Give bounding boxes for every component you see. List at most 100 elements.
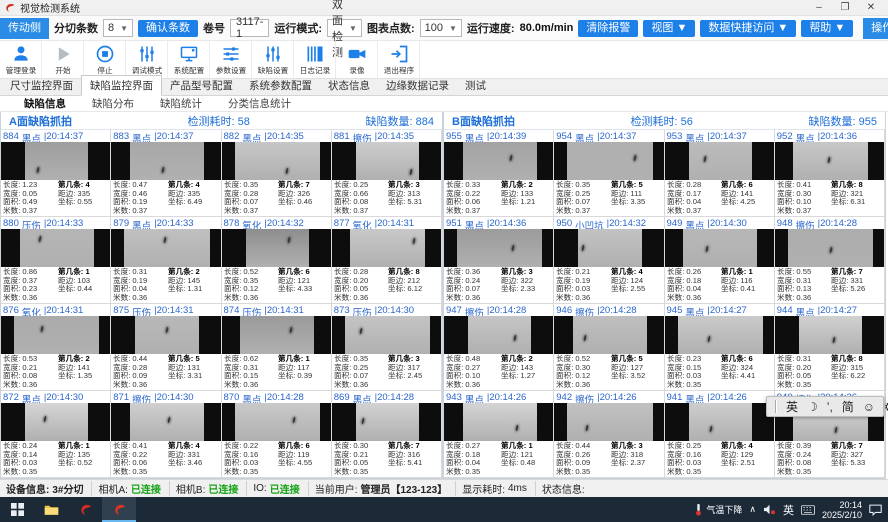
toolbar-button-user[interactable]: 管理登录	[0, 41, 42, 78]
defect-snapshot-image[interactable]	[444, 316, 553, 354]
defect-snapshot-image[interactable]	[111, 316, 220, 354]
defect-cell[interactable]: 884 黑点 |20:14:37 长度: 1.23第几条: 4宽度: 0.05距…	[1, 130, 111, 217]
defect-cell[interactable]: 880 压伤 |20:14:33 长度: 0.86第几条: 1宽度: 0.37距…	[1, 217, 111, 304]
clear-alarm-button[interactable]: 清除报警	[578, 20, 638, 37]
confirm-count-button[interactable]: 确认条数	[138, 20, 198, 37]
defect-cell[interactable]: 954 黑点 |20:14:37 长度: 0.35第几条: 5宽度: 0.25距…	[554, 130, 664, 217]
defect-snapshot-image[interactable]	[1, 403, 110, 441]
defect-snapshot-image[interactable]	[775, 316, 884, 354]
help-menu-button[interactable]: 帮助 ▼	[801, 20, 853, 37]
defect-cell[interactable]: 944 黑点 |20:14:27 长度: 0.31第几条: 8宽度: 0.20距…	[775, 304, 885, 391]
defect-cell[interactable]: 945 黑点 |20:14:27 长度: 0.23第几条: 6宽度: 0.15距…	[665, 304, 775, 391]
defect-cell[interactable]: 955 黑点 |20:14:39 长度: 0.33第几条: 2宽度: 0.22距…	[444, 130, 554, 217]
sub-tab-0[interactable]: 缺陷信息	[24, 96, 66, 111]
ime-settings-gear-icon[interactable]: ⚙	[884, 400, 888, 414]
split-count-select[interactable]: 8▼	[103, 19, 133, 37]
defect-cell[interactable]: 883 黑点 |20:14:37 长度: 0.47第几条: 4宽度: 0.46距…	[111, 130, 221, 217]
defect-cell[interactable]: 942 擦伤 |20:14:26 长度: 0.44第几条: 3宽度: 0.26距…	[554, 391, 664, 478]
operator-side-button[interactable]: 操作侧	[863, 18, 888, 39]
defect-snapshot-image[interactable]	[332, 142, 441, 180]
toolbar-button-monitor[interactable]: 系统配置	[168, 41, 210, 78]
drive-side-button[interactable]: 传动侧	[0, 18, 49, 39]
start-button[interactable]	[0, 497, 34, 522]
defect-cell[interactable]: 871 擦伤 |20:14:30 长度: 0.41第几条: 4宽度: 0.22距…	[111, 391, 221, 478]
language-indicator[interactable]: 英	[783, 502, 794, 518]
defect-cell[interactable]: 877 氧化 |20:14:31 长度: 0.28第几条: 8宽度: 0.20距…	[332, 217, 442, 304]
defect-snapshot-image[interactable]	[1, 229, 110, 267]
defect-cell[interactable]: 946 擦伤 |20:14:28 长度: 0.52第几条: 5宽度: 0.30距…	[554, 304, 664, 391]
defect-snapshot-image[interactable]	[222, 229, 331, 267]
run-mode-select[interactable]: 双面检测▼	[327, 19, 362, 37]
defect-cell[interactable]: 869 黑点 |20:14:28 长度: 0.30第几条: 7宽度: 0.21距…	[332, 391, 442, 478]
defect-snapshot-image[interactable]	[1, 142, 110, 180]
ime-punctuation-icon[interactable]: ’,	[827, 400, 833, 414]
toolbar-button-play[interactable]: 开始	[42, 41, 84, 78]
inspection-app-taskbar-icon-active[interactable]	[102, 497, 136, 522]
defect-cell[interactable]: 870 黑点 |20:14:28 长度: 0.22第几条: 6宽度: 0.16距…	[222, 391, 332, 478]
defect-snapshot-image[interactable]	[444, 229, 553, 267]
inspection-app-taskbar-icon[interactable]	[68, 497, 102, 522]
sub-tab-1[interactable]: 缺陷分布	[92, 96, 134, 111]
tray-expand-icon[interactable]: ∧	[749, 504, 756, 515]
ime-emoji-icon[interactable]: ☺	[863, 400, 875, 414]
defect-snapshot-image[interactable]	[665, 229, 774, 267]
close-icon[interactable]: ✕	[858, 2, 884, 13]
speaker-muted-icon[interactable]	[763, 504, 776, 515]
defect-snapshot-image[interactable]	[111, 403, 220, 441]
ime-language-bar[interactable]: 英 ☽ ’, 简 ☺ ⚙	[766, 396, 884, 417]
data-quick-access-menu-button[interactable]: 数据快捷访问 ▼	[700, 20, 796, 37]
toolbar-button-sliders-horizontal[interactable]: 参数设置	[210, 41, 252, 78]
toolbar-button-video-camera[interactable]: 录像	[336, 41, 378, 78]
ime-lang-toggle[interactable]: 英	[786, 398, 798, 415]
defect-snapshot-image[interactable]	[1, 316, 110, 354]
main-tab-1[interactable]: 缺陷监控界面	[81, 75, 162, 96]
ime-drag-handle[interactable]	[775, 400, 777, 413]
defect-cell[interactable]: 950 小凹坑 |20:14:32 长度: 0.21第几条: 4宽度: 0.19…	[554, 217, 664, 304]
defect-snapshot-image[interactable]	[111, 142, 220, 180]
defect-snapshot-image[interactable]	[775, 229, 884, 267]
ime-keyboard-icon[interactable]	[801, 505, 815, 515]
defect-cell[interactable]: 878 氧化 |20:14:32 长度: 0.52第几条: 6宽度: 0.35距…	[222, 217, 332, 304]
defect-cell[interactable]: 875 压伤 |20:14:31 长度: 0.44第几条: 5宽度: 0.28距…	[111, 304, 221, 391]
main-tab-3[interactable]: 系统参数配置	[241, 76, 320, 95]
taskbar-clock[interactable]: 20:14 2025/2/10	[822, 500, 862, 520]
main-tab-6[interactable]: 测试	[457, 76, 494, 95]
toolbar-button-tune-vertical[interactable]: 调试模式	[126, 41, 168, 78]
defect-cell[interactable]: 948 擦伤 |20:14:28 长度: 0.55第几条: 7宽度: 0.31距…	[775, 217, 885, 304]
defect-cell[interactable]: 873 压伤 |20:14:30 长度: 0.35第几条: 3宽度: 0.25距…	[332, 304, 442, 391]
toolbar-button-stop[interactable]: 停止	[84, 41, 126, 78]
defect-snapshot-image[interactable]	[554, 229, 663, 267]
main-tab-2[interactable]: 产品型号配置	[162, 76, 241, 95]
defect-snapshot-image[interactable]	[665, 403, 774, 441]
defect-cell[interactable]: 872 黑点 |20:14:30 长度: 0.24第几条: 1宽度: 0.14距…	[1, 391, 111, 478]
maximize-icon[interactable]: ❐	[832, 2, 858, 13]
defect-snapshot-image[interactable]	[665, 142, 774, 180]
defect-cell[interactable]: 943 黑点 |20:14:26 长度: 0.27第几条: 1宽度: 0.18距…	[444, 391, 554, 478]
defect-snapshot-image[interactable]	[665, 316, 774, 354]
notification-center-icon[interactable]	[869, 504, 882, 516]
defect-snapshot-image[interactable]	[554, 316, 663, 354]
defect-cell[interactable]: 941 黑点 |20:14:26 长度: 0.25第几条: 4宽度: 0.16距…	[665, 391, 775, 478]
defect-cell[interactable]: 882 黑点 |20:14:35 长度: 0.35第几条: 7宽度: 0.28距…	[222, 130, 332, 217]
toolbar-button-log[interactable]: 日志记录	[294, 41, 336, 78]
sub-tab-2[interactable]: 缺陷统计	[160, 96, 202, 111]
main-tab-5[interactable]: 边缘数据记录	[378, 76, 457, 95]
ime-fullhalf-moon-icon[interactable]: ☽	[807, 400, 818, 414]
defect-cell[interactable]: 874 压伤 |20:14:31 长度: 0.62第几条: 1宽度: 0.31距…	[222, 304, 332, 391]
chart-points-select[interactable]: 100▼	[420, 19, 462, 37]
weather-tray-item[interactable]: 气温下降	[694, 503, 742, 516]
defect-snapshot-image[interactable]	[444, 142, 553, 180]
ime-simplified-toggle[interactable]: 简	[842, 398, 854, 415]
defect-snapshot-image[interactable]	[111, 229, 220, 267]
view-menu-button[interactable]: 视图 ▼	[643, 20, 695, 37]
defect-snapshot-image[interactable]	[222, 316, 331, 354]
defect-cell[interactable]: 947 擦伤 |20:14:28 长度: 0.48第几条: 2宽度: 0.27距…	[444, 304, 554, 391]
defect-snapshot-image[interactable]	[554, 403, 663, 441]
defect-cell[interactable]: 879 黑点 |20:14:33 长度: 0.31第几条: 2宽度: 0.19距…	[111, 217, 221, 304]
minimize-icon[interactable]: –	[806, 2, 832, 13]
main-tab-0[interactable]: 尺寸监控界面	[2, 76, 81, 95]
defect-snapshot-image[interactable]	[222, 403, 331, 441]
sub-tab-3[interactable]: 分类信息统计	[228, 96, 291, 111]
defect-cell[interactable]: 952 黑点 |20:14:36 长度: 0.41第几条: 8宽度: 0.30距…	[775, 130, 885, 217]
defect-cell[interactable]: 951 黑点 |20:14:36 长度: 0.36第几条: 3宽度: 0.24距…	[444, 217, 554, 304]
